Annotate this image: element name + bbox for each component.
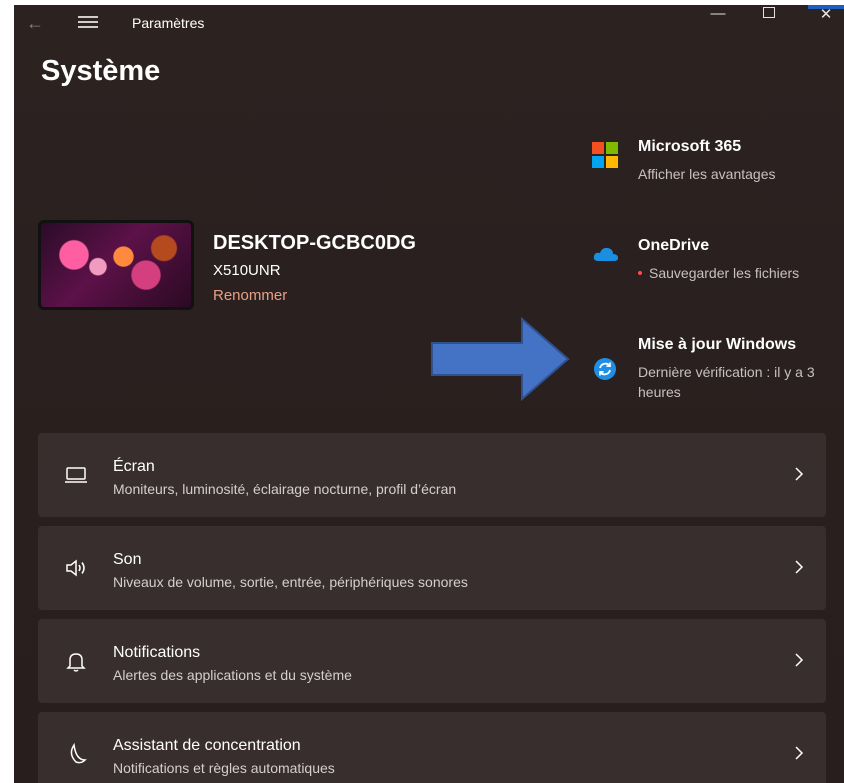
monitor-icon — [64, 463, 88, 487]
device-model: X510UNR — [213, 262, 281, 279]
microsoft-365-tile[interactable]: Microsoft 365 Afficher les avantages — [592, 138, 842, 188]
service-subtitle: Afficher les avantages — [638, 166, 776, 182]
page-title: Système — [41, 55, 161, 87]
minimize-button[interactable]: — — [698, 5, 738, 25]
setting-son[interactable]: Son Niveaux de volume, sortie, entrée, p… — [38, 526, 826, 610]
chevron-right-icon — [792, 742, 806, 764]
settings-window: ← Paramètres — ✕ Système DESKTOP-GCBC0DG… — [14, 5, 844, 783]
rename-link[interactable]: Renommer — [213, 287, 287, 304]
speaker-icon — [64, 556, 88, 580]
chevron-right-icon — [792, 649, 806, 671]
windows-update-icon — [592, 356, 618, 382]
title-bar-accent — [808, 5, 844, 9]
service-title: OneDrive — [638, 237, 710, 254]
service-subtitle: Sauvegarder les fichiers — [638, 263, 842, 283]
microsoft-logo-icon — [592, 142, 618, 168]
chevron-right-icon — [792, 463, 806, 485]
setting-ecran[interactable]: Écran Moniteurs, luminosité, éclairage n… — [38, 433, 826, 517]
service-title: Mise à jour Windows — [638, 336, 797, 353]
setting-subtitle: Niveaux de volume, sortie, entrée, périp… — [113, 574, 468, 590]
maximize-button[interactable] — [749, 5, 789, 25]
device-name: DESKTOP-GCBC0DG — [213, 232, 416, 254]
back-arrow-icon[interactable]: ← — [26, 13, 44, 34]
onedrive-tile[interactable]: OneDrive Sauvegarder les fichiers — [592, 237, 842, 287]
windows-update-tile[interactable]: Mise à jour Windows Dernière vérificatio… — [592, 336, 842, 406]
arrow-right-icon — [431, 317, 570, 401]
hamburger-menu-icon[interactable] — [78, 14, 98, 30]
service-title: Microsoft 365 — [638, 138, 742, 155]
setting-subtitle: Alertes des applications et du système — [113, 667, 352, 683]
setting-title: Assistant de concentration — [113, 737, 301, 754]
status-dot — [638, 271, 642, 276]
setting-title: Son — [113, 551, 142, 568]
setting-assistant-concentration[interactable]: Assistant de concentration Notifications… — [38, 712, 826, 783]
bell-icon — [64, 649, 88, 673]
service-subtitle: Dernière vérification : il y a 3 heures — [638, 364, 815, 400]
setting-notifications[interactable]: Notifications Alertes des applications e… — [38, 619, 826, 703]
setting-subtitle: Moniteurs, luminosité, éclairage nocturn… — [113, 481, 457, 497]
setting-title: Écran — [113, 458, 155, 475]
moon-icon — [64, 742, 88, 766]
chevron-right-icon — [792, 556, 806, 578]
title-bar: ← Paramètres — ✕ — [14, 5, 844, 41]
setting-title: Notifications — [113, 644, 201, 661]
device-wallpaper-thumbnail — [38, 220, 194, 310]
setting-subtitle: Notifications et règles automatiques — [113, 760, 335, 776]
onedrive-cloud-icon — [592, 241, 618, 267]
window-title: Paramètres — [132, 15, 205, 31]
